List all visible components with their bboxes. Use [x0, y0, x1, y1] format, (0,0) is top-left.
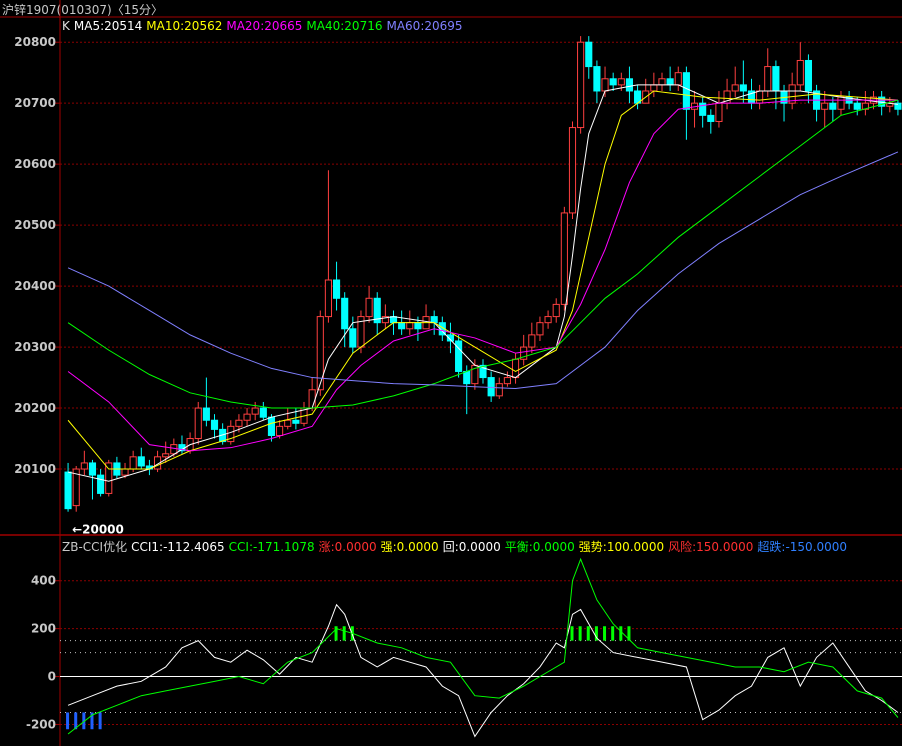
candle-up: [536, 322, 544, 336]
candle-down: [430, 316, 438, 324]
oversold-bar: [98, 712, 102, 730]
candle-up: [243, 413, 251, 421]
candle-up: [105, 462, 113, 494]
low-annotation: ←20000: [72, 523, 124, 537]
candle-up: [674, 72, 682, 86]
candle-up: [121, 468, 129, 476]
candle-up: [568, 127, 577, 214]
ma10-line: [67, 90, 898, 470]
candle-up: [837, 96, 845, 110]
y-tick-label: -200: [26, 717, 56, 731]
candle-up: [324, 279, 332, 318]
candle-down: [88, 462, 97, 476]
candle-up: [544, 316, 552, 324]
y-tick-label: 0: [48, 670, 56, 684]
candle-down: [97, 474, 105, 494]
candle-down: [853, 102, 861, 110]
candle-down: [414, 322, 422, 330]
candle-up: [129, 456, 137, 470]
candle-up: [650, 84, 658, 92]
candle-down: [487, 377, 495, 397]
cci-line: [67, 557, 899, 735]
ma20-line: [67, 99, 898, 452]
candle-up: [764, 66, 772, 92]
y-tick-label: 20200: [14, 401, 56, 415]
candle-up: [658, 78, 666, 86]
y-tick-label: 20300: [14, 340, 56, 354]
candle-down: [292, 419, 300, 424]
y-tick-label: 20600: [14, 157, 56, 171]
candle-down: [593, 66, 601, 92]
candle-up: [715, 102, 723, 122]
candle-up: [560, 212, 568, 305]
candle-down: [267, 416, 276, 436]
candle-down: [585, 41, 593, 68]
strong-bar: [578, 626, 582, 641]
candle-down: [772, 66, 780, 92]
candle-down: [202, 407, 210, 421]
candle-up: [796, 59, 804, 86]
candle-down: [609, 78, 617, 86]
strong-bar: [611, 626, 615, 641]
candle-down: [259, 407, 267, 418]
candle-down: [64, 471, 72, 510]
candle-down: [463, 370, 471, 385]
strong-bar: [619, 626, 623, 641]
candle-down: [210, 419, 219, 430]
candle-up: [162, 453, 170, 458]
stock-chart[interactable]: 20100 20200 20300 20400 20500 20600 20700 20800…: [0, 0, 902, 746]
candle-up: [528, 334, 536, 348]
ma60-line: [67, 151, 899, 390]
candle-down: [398, 322, 406, 330]
y-tick-label: 400: [31, 574, 56, 588]
candle-down: [739, 84, 747, 92]
strong-bar: [570, 626, 574, 641]
candle-down: [389, 316, 398, 324]
candle-up: [503, 377, 511, 385]
candle-down: [332, 279, 341, 299]
strong-bar: [342, 626, 346, 641]
candle-up: [731, 84, 739, 92]
candle-up: [80, 462, 88, 470]
strong-bar: [586, 626, 590, 641]
candle-up: [511, 358, 520, 379]
candle-up: [276, 425, 284, 436]
y-tick-label: 20500: [14, 218, 56, 232]
candle-down: [666, 78, 674, 86]
y-tick-label: 20800: [14, 35, 56, 49]
candle-up: [756, 90, 764, 104]
candle-up: [577, 41, 585, 129]
candle-down: [682, 72, 690, 110]
y-tick-label: 20100: [14, 462, 56, 476]
candle-up: [194, 407, 202, 440]
candle-up: [235, 419, 243, 427]
candle-down: [829, 102, 837, 110]
candle-up: [365, 297, 373, 318]
candle-up: [495, 383, 503, 397]
cci1-line: [67, 603, 899, 738]
candle-up: [552, 303, 560, 318]
candle-up: [308, 389, 316, 409]
candle-down: [341, 297, 349, 330]
oversold-bar: [66, 712, 70, 730]
candle-down: [349, 328, 357, 348]
candle-up: [617, 78, 625, 86]
candle-up: [601, 78, 609, 92]
candle-up: [251, 407, 259, 415]
candle-down: [804, 59, 813, 92]
y-tick-label: 20700: [14, 96, 56, 110]
candle-up: [170, 444, 178, 455]
candle-up: [284, 419, 292, 427]
y-tick-label: 200: [31, 622, 56, 636]
candle-up: [406, 322, 414, 330]
y-tick-label: 20400: [14, 279, 56, 293]
strong-bar: [603, 626, 607, 641]
candle-down: [707, 114, 715, 122]
candle-down: [625, 78, 634, 92]
candle-down: [137, 456, 145, 467]
candle-up: [821, 102, 829, 110]
ma5-line: [67, 84, 898, 482]
